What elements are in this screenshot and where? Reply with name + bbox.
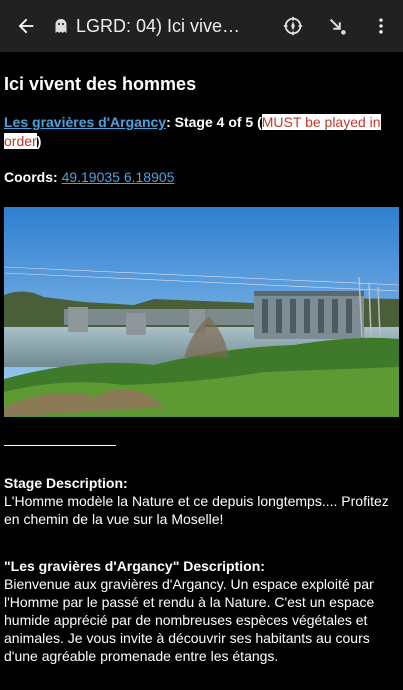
more-vert-icon <box>379 18 383 34</box>
divider <box>4 445 116 446</box>
stage-photo <box>4 207 399 417</box>
page-title: Ici vivent des hommes <box>4 74 197 94</box>
stage-description-text: L'Homme modèle la Nature et ce depuis lo… <box>4 493 389 527</box>
app-bar: LGRD: 04) Ici vivent des hommes <box>0 0 403 52</box>
stage-description-title: Stage Description: <box>4 475 128 491</box>
compass-icon <box>283 16 303 36</box>
back-arrow-icon <box>18 18 34 34</box>
title-area: LGRD: 04) Ici vivent des hommes <box>52 15 271 37</box>
app-title: LGRD: 04) Ici vivent des hommes <box>76 15 246 36</box>
series-description-text: Bienvenue aux gravières d'Argancy. Un es… <box>4 576 375 664</box>
close-paren: ) <box>36 133 42 149</box>
series-link[interactable]: Les gravières d'Argancy <box>4 114 166 130</box>
coords-link[interactable]: 49.19035 6.18905 <box>62 169 175 185</box>
series-description-title: "Les gravières d'Argancy" Description: <box>4 558 265 574</box>
compass-button[interactable] <box>271 0 315 52</box>
back-button[interactable] <box>0 0 52 52</box>
more-options-button[interactable] <box>359 0 403 52</box>
coords-line: Coords: 49.19035 6.18905 <box>4 169 399 185</box>
ghost-icon <box>52 15 70 37</box>
stage-info: Les gravières d'Argancy: Stage 4 of 5 (M… <box>4 113 399 151</box>
stage-text: : Stage 4 of 5 ( <box>166 114 262 130</box>
cache-details: Ici vivent des hommes Les gravières d'Ar… <box>4 52 399 665</box>
navigate-button[interactable] <box>315 0 359 52</box>
navigate-icon <box>329 18 346 35</box>
coords-label: Coords: <box>4 169 62 185</box>
